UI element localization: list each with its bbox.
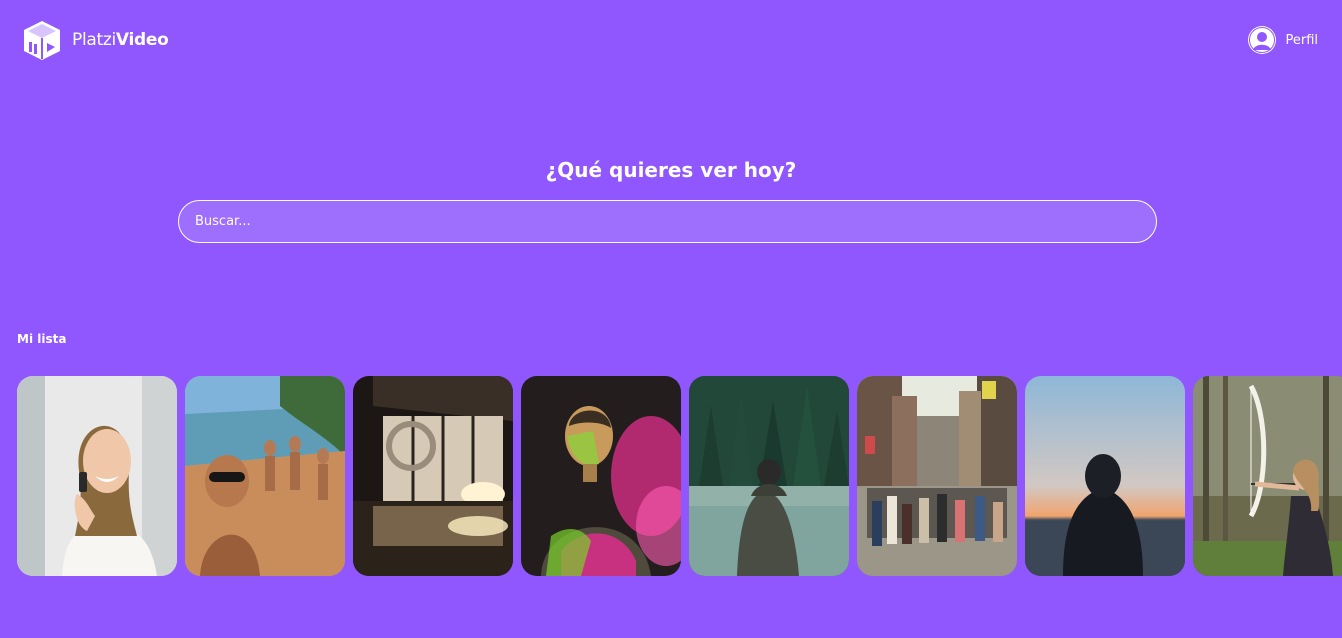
logo-text-bold: Video (115, 29, 169, 50)
man-color-powder-thumbnail (521, 376, 681, 576)
carousel-item-man-color-powder[interactable] (521, 376, 681, 576)
hero-title: ¿Qué quieres ver hoy? (545, 158, 797, 182)
profile-menu[interactable]: Perfil (1247, 25, 1318, 55)
header: PlatziVideo Perfil (0, 0, 1342, 80)
carousel-item-modern-hall[interactable] (353, 376, 513, 576)
carousel-item-city-street[interactable] (857, 376, 1017, 576)
carousel-item-hooded-sunset[interactable] (1025, 376, 1185, 576)
user-avatar-icon (1248, 26, 1277, 54)
modern-hall-thumbnail (353, 376, 513, 576)
carousel-item-lake-forest[interactable] (689, 376, 849, 576)
carousel-item-girl-archery[interactable] (1193, 376, 1342, 576)
logo[interactable]: PlatziVideo (20, 18, 169, 62)
beach-friends-thumbnail (185, 376, 345, 576)
lake-forest-thumbnail (689, 376, 849, 576)
carousel-item-woman-phone[interactable] (17, 376, 177, 576)
hooded-sunset-thumbnail (1025, 376, 1185, 576)
platzi-video-cube-icon (24, 21, 60, 60)
carousel-track (17, 376, 1342, 576)
girl-archery-thumbnail (1193, 376, 1342, 576)
city-street-thumbnail (857, 376, 1017, 576)
section-title-mi-lista: Mi lista (17, 332, 67, 346)
carousel-item-beach-friends[interactable] (185, 376, 345, 576)
carousel-mi-lista[interactable] (17, 376, 1342, 576)
profile-label: Perfil (1285, 32, 1318, 48)
woman-phone-thumbnail (17, 376, 177, 576)
logo-text-light: Platzi (72, 29, 116, 50)
logo-text: PlatziVideo (72, 29, 169, 50)
search-input[interactable] (178, 200, 1157, 243)
